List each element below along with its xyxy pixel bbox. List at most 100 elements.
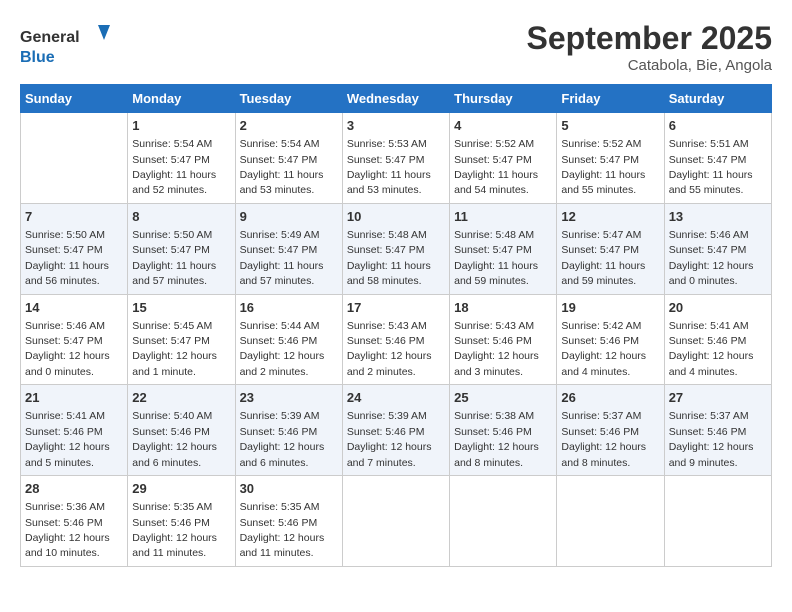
day-cell — [450, 476, 557, 567]
day-cell: 8 Sunrise: 5:50 AMSunset: 5:47 PMDaylight… — [128, 203, 235, 294]
day-number: 22 — [132, 389, 230, 407]
day-number: 17 — [347, 299, 445, 317]
col-header-friday: Friday — [557, 85, 664, 113]
day-number: 10 — [347, 208, 445, 226]
day-cell: 11 Sunrise: 5:48 AMSunset: 5:47 PMDayligh… — [450, 203, 557, 294]
week-row-5: 28 Sunrise: 5:36 AMSunset: 5:46 PMDayligh… — [21, 476, 772, 567]
day-number: 14 — [25, 299, 123, 317]
day-cell: 18Sunrise: 5:43 AMSunset: 5:46 PMDayligh… — [450, 294, 557, 385]
day-number: 9 — [240, 208, 338, 226]
day-info: Sunrise: 5:54 AMSunset: 5:47 PMDaylight:… — [132, 138, 216, 196]
day-info: Sunrise: 5:40 AMSunset: 5:46 PMDaylight:… — [132, 410, 217, 468]
day-cell: 15Sunrise: 5:45 AMSunset: 5:47 PMDayligh… — [128, 294, 235, 385]
day-cell: 6 Sunrise: 5:51 AMSunset: 5:47 PMDaylight… — [664, 113, 771, 204]
day-cell: 16 Sunrise: 5:44 AMSunset: 5:46 PMDayligh… — [235, 294, 342, 385]
day-cell: 7 Sunrise: 5:50 AMSunset: 5:47 PMDaylight… — [21, 203, 128, 294]
col-header-monday: Monday — [128, 85, 235, 113]
day-cell: 5 Sunrise: 5:52 AMSunset: 5:47 PMDaylight… — [557, 113, 664, 204]
day-info: Sunrise: 5:46 AMSunset: 5:47 PMDaylight:… — [25, 320, 110, 378]
day-cell — [557, 476, 664, 567]
day-cell: 13Sunrise: 5:46 AMSunset: 5:47 PMDayligh… — [664, 203, 771, 294]
day-number: 18 — [454, 299, 552, 317]
day-number: 24 — [347, 389, 445, 407]
day-info: Sunrise: 5:39 AMSunset: 5:46 PMDaylight:… — [240, 410, 325, 468]
week-row-1: 1 Sunrise: 5:54 AMSunset: 5:47 PMDaylight… — [21, 113, 772, 204]
col-header-tuesday: Tuesday — [235, 85, 342, 113]
subtitle: Catabola, Bie, Angola — [527, 57, 772, 74]
day-number: 27 — [669, 389, 767, 407]
day-info: Sunrise: 5:37 AMSunset: 5:46 PMDaylight:… — [669, 410, 754, 468]
day-cell: 26Sunrise: 5:37 AMSunset: 5:46 PMDayligh… — [557, 385, 664, 476]
day-number: 20 — [669, 299, 767, 317]
day-cell: 9 Sunrise: 5:49 AMSunset: 5:47 PMDaylight… — [235, 203, 342, 294]
day-number: 30 — [240, 480, 338, 498]
day-number: 2 — [240, 117, 338, 135]
day-number: 23 — [240, 389, 338, 407]
day-number: 28 — [25, 480, 123, 498]
day-number: 6 — [669, 117, 767, 135]
day-info: Sunrise: 5:39 AMSunset: 5:46 PMDaylight:… — [347, 410, 432, 468]
day-number: 1 — [132, 117, 230, 135]
day-cell: 3Sunrise: 5:53 AMSunset: 5:47 PMDaylight… — [342, 113, 449, 204]
day-info: Sunrise: 5:35 AMSunset: 5:46 PMDaylight:… — [240, 501, 325, 559]
day-number: 29 — [132, 480, 230, 498]
svg-text:Blue: Blue — [20, 49, 55, 66]
day-cell: 4 Sunrise: 5:52 AMSunset: 5:47 PMDaylight… — [450, 113, 557, 204]
day-cell: 21 Sunrise: 5:41 AMSunset: 5:46 PMDayligh… — [21, 385, 128, 476]
day-cell — [342, 476, 449, 567]
day-cell: 30 Sunrise: 5:35 AMSunset: 5:46 PMDayligh… — [235, 476, 342, 567]
week-row-4: 21 Sunrise: 5:41 AMSunset: 5:46 PMDayligh… — [21, 385, 772, 476]
col-header-thursday: Thursday — [450, 85, 557, 113]
svg-text:General: General — [20, 29, 80, 46]
col-header-saturday: Saturday — [664, 85, 771, 113]
day-number: 8 — [132, 208, 230, 226]
day-info: Sunrise: 5:41 AMSunset: 5:46 PMDaylight:… — [25, 410, 110, 468]
day-info: Sunrise: 5:52 AMSunset: 5:47 PMDaylight:… — [454, 138, 538, 196]
day-number: 7 — [25, 208, 123, 226]
day-cell — [664, 476, 771, 567]
day-info: Sunrise: 5:43 AMSunset: 5:46 PMDaylight:… — [347, 320, 432, 378]
day-cell: 17 Sunrise: 5:43 AMSunset: 5:46 PMDayligh… — [342, 294, 449, 385]
calendar-header-row: SundayMondayTuesdayWednesdayThursdayFrid… — [21, 85, 772, 113]
day-info: Sunrise: 5:49 AMSunset: 5:47 PMDaylight:… — [240, 229, 324, 287]
day-info: Sunrise: 5:50 AMSunset: 5:47 PMDaylight:… — [25, 229, 109, 287]
day-cell: 27 Sunrise: 5:37 AMSunset: 5:46 PMDayligh… — [664, 385, 771, 476]
day-cell: 10Sunrise: 5:48 AMSunset: 5:47 PMDayligh… — [342, 203, 449, 294]
week-row-2: 7 Sunrise: 5:50 AMSunset: 5:47 PMDaylight… — [21, 203, 772, 294]
logo: General Blue — [20, 20, 110, 70]
day-info: Sunrise: 5:50 AMSunset: 5:47 PMDaylight:… — [132, 229, 216, 287]
header: General Blue September 2025 Catabola, Bi… — [20, 20, 772, 74]
day-info: Sunrise: 5:52 AMSunset: 5:47 PMDaylight:… — [561, 138, 645, 196]
day-info: Sunrise: 5:47 AMSunset: 5:47 PMDaylight:… — [561, 229, 645, 287]
day-number: 19 — [561, 299, 659, 317]
week-row-3: 14 Sunrise: 5:46 AMSunset: 5:47 PMDayligh… — [21, 294, 772, 385]
day-cell: 24 Sunrise: 5:39 AMSunset: 5:46 PMDayligh… — [342, 385, 449, 476]
day-number: 21 — [25, 389, 123, 407]
day-cell — [21, 113, 128, 204]
day-info: Sunrise: 5:48 AMSunset: 5:47 PMDaylight:… — [454, 229, 538, 287]
day-info: Sunrise: 5:35 AMSunset: 5:46 PMDaylight:… — [132, 501, 217, 559]
day-info: Sunrise: 5:54 AMSunset: 5:47 PMDaylight:… — [240, 138, 324, 196]
day-info: Sunrise: 5:38 AMSunset: 5:46 PMDaylight:… — [454, 410, 539, 468]
day-number: 15 — [132, 299, 230, 317]
day-number: 3 — [347, 117, 445, 135]
day-info: Sunrise: 5:51 AMSunset: 5:47 PMDaylight:… — [669, 138, 753, 196]
day-cell: 29 Sunrise: 5:35 AMSunset: 5:46 PMDayligh… — [128, 476, 235, 567]
day-number: 25 — [454, 389, 552, 407]
day-cell: 23 Sunrise: 5:39 AMSunset: 5:46 PMDayligh… — [235, 385, 342, 476]
day-number: 4 — [454, 117, 552, 135]
day-number: 13 — [669, 208, 767, 226]
day-cell: 22 Sunrise: 5:40 AMSunset: 5:46 PMDayligh… — [128, 385, 235, 476]
day-cell: 14 Sunrise: 5:46 AMSunset: 5:47 PMDayligh… — [21, 294, 128, 385]
month-title: September 2025 — [527, 20, 772, 57]
day-number: 11 — [454, 208, 552, 226]
calendar-table: SundayMondayTuesdayWednesdayThursdayFrid… — [20, 84, 772, 567]
day-cell: 28 Sunrise: 5:36 AMSunset: 5:46 PMDayligh… — [21, 476, 128, 567]
day-info: Sunrise: 5:36 AMSunset: 5:46 PMDaylight:… — [25, 501, 110, 559]
day-info: Sunrise: 5:44 AMSunset: 5:46 PMDaylight:… — [240, 320, 325, 378]
day-cell: 19Sunrise: 5:42 AMSunset: 5:46 PMDayligh… — [557, 294, 664, 385]
day-cell: 25 Sunrise: 5:38 AMSunset: 5:46 PMDayligh… — [450, 385, 557, 476]
day-number: 5 — [561, 117, 659, 135]
day-number: 16 — [240, 299, 338, 317]
day-number: 26 — [561, 389, 659, 407]
